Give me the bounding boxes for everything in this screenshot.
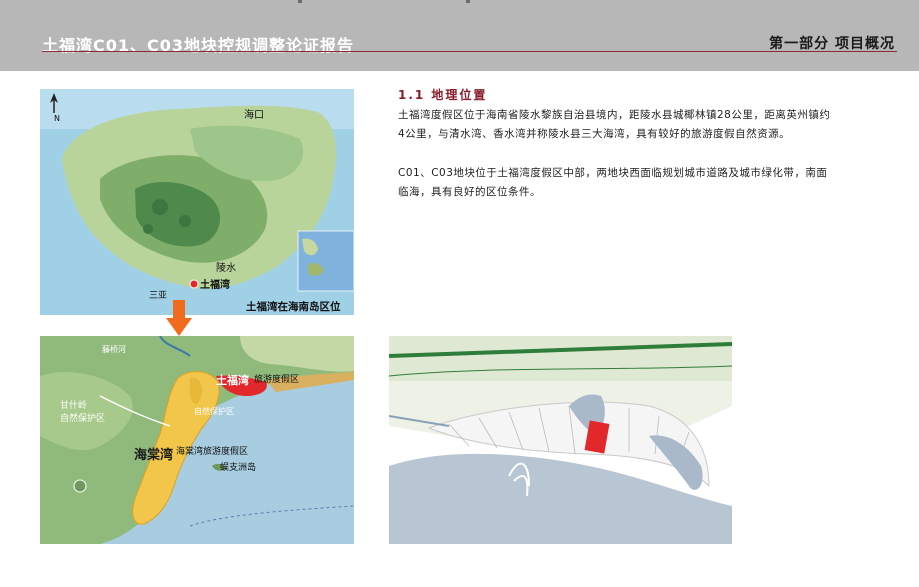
header-bar: 土福湾C01、C03地块控规调整论证报告 第一部分 项目概况 [0, 0, 919, 71]
arrow-down-icon [166, 300, 192, 336]
section-title: 第一部分 项目概况 [769, 36, 895, 52]
tufuwan-label: 土福湾 [216, 374, 249, 387]
header-tick [298, 0, 302, 3]
section-heading: 1.1 地理位置 [398, 88, 488, 102]
hainan-island-map: N 海口 陵水 土福湾 三亚 土福湾在海南岛区位 [40, 89, 354, 315]
document-title: 土福湾C01、C03地块控规调整论证报告 [42, 36, 355, 55]
header-divider [42, 51, 897, 52]
haitang-resort-label: 海棠湾旅游度假区 [176, 447, 249, 457]
resort-label: 旅游度假区 [254, 375, 300, 385]
tufuwan-label: 土福湾 [200, 280, 230, 291]
land-use-plan-map [389, 336, 732, 544]
river-label: 藤桥河 [102, 345, 126, 354]
paragraph-plots: C01、C03地块位于土福湾度假区中部，两地块西面临规划城市道路及城市绿化带，南… [398, 167, 828, 198]
island-label: 蜈支洲岛 [220, 463, 257, 473]
haikou-label: 海口 [244, 110, 264, 121]
sanya-label: 三亚 [149, 291, 168, 301]
map-caption: 土福湾在海南岛区位 [246, 301, 341, 313]
header-tick [466, 0, 470, 3]
north-label: N [54, 114, 60, 123]
haitang-label: 海棠湾 [134, 448, 174, 463]
regional-map: 土福湾 旅游度假区 甘什岭 自然保护区 自然保护区 海棠湾 海棠湾旅游度假区 蜈… [40, 336, 354, 544]
ganshiling-label: 甘什岭 自然保护区 [60, 401, 106, 424]
reserve-label: 自然保护区 [194, 407, 234, 416]
paragraph-location: 土福湾度假区位于海南省陵水黎族自治县境内，距陵水县城椰林镇28公里，距离英州镇约… [398, 109, 831, 140]
lingshui-label: 陵水 [216, 263, 236, 274]
